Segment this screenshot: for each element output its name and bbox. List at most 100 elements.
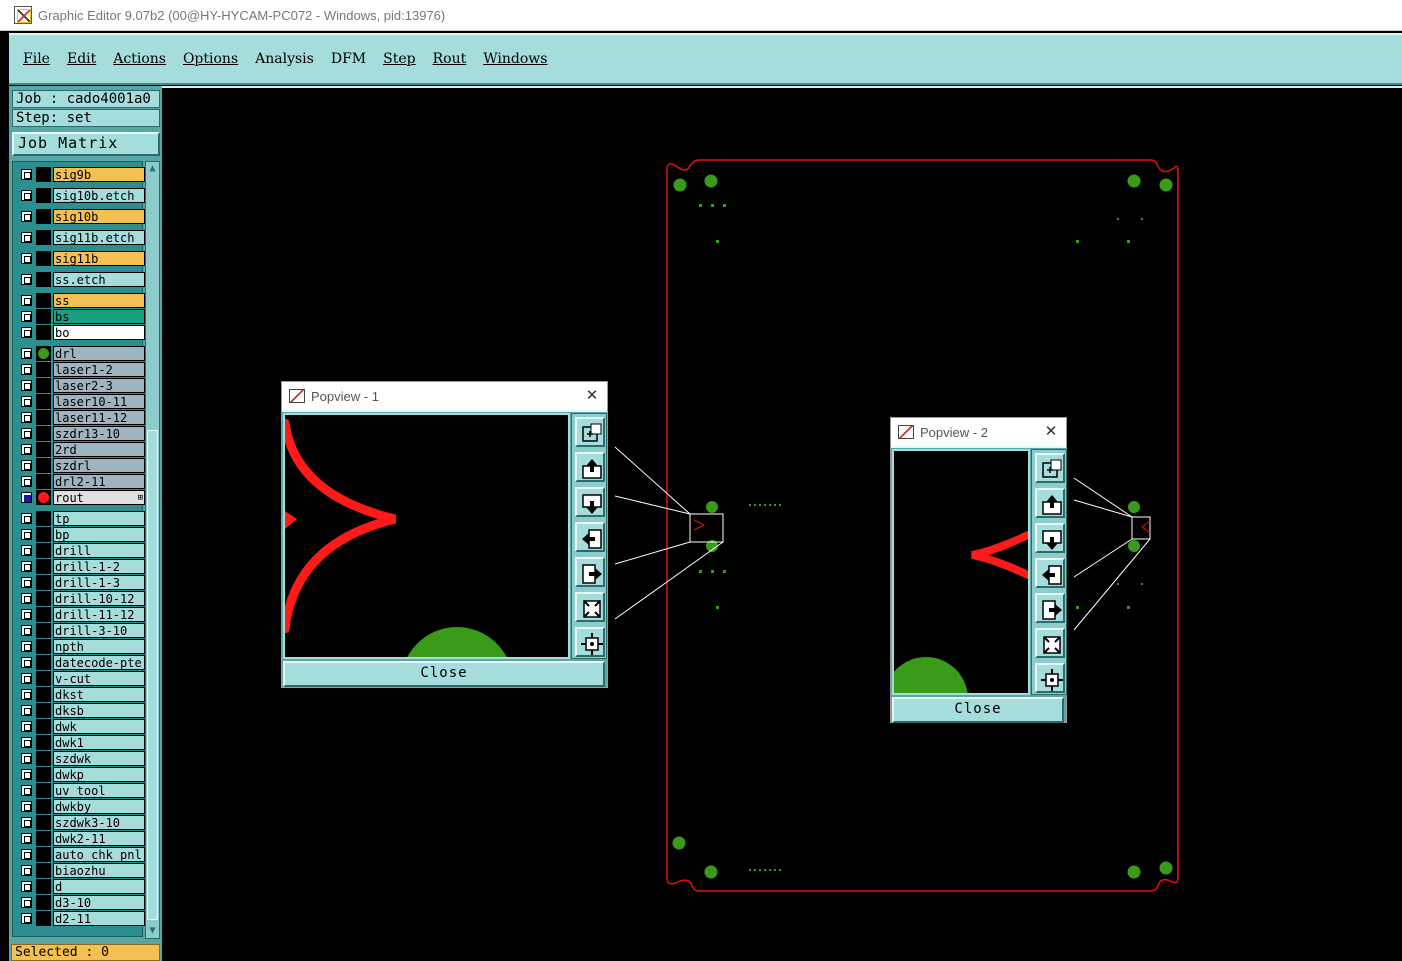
layer-row-dwk[interactable]: dwk xyxy=(17,719,145,734)
layer-row-bo[interactable]: bo xyxy=(17,325,145,340)
layer-marker[interactable] xyxy=(36,346,51,361)
pan-up-button[interactable] xyxy=(1035,488,1065,518)
layer-name[interactable]: d3-10 xyxy=(53,895,145,910)
layer-row-sig10b[interactable]: sig10b xyxy=(17,209,145,224)
layer-checkbox[interactable] xyxy=(21,295,32,306)
layer-row-bs[interactable]: bs xyxy=(17,309,145,324)
layer-marker[interactable] xyxy=(36,474,51,489)
layer-name[interactable]: dwk2-11 xyxy=(53,831,145,846)
menu-dfm[interactable]: DFM xyxy=(331,51,366,67)
layer-checkbox[interactable] xyxy=(21,705,32,716)
layer-checkbox[interactable] xyxy=(21,769,32,780)
layer-checkbox[interactable] xyxy=(21,529,32,540)
popview-1-window[interactable]: Popview - 1 ✕ Close xyxy=(280,381,608,739)
expand-icon[interactable]: ⊞ xyxy=(138,491,143,504)
layer-checkbox[interactable] xyxy=(21,253,32,264)
layer-marker[interactable] xyxy=(36,410,51,425)
layer-checkbox[interactable] xyxy=(21,232,32,243)
layer-row-dwk1[interactable]: dwk1 xyxy=(17,735,145,750)
layer-marker[interactable] xyxy=(36,378,51,393)
layer-name[interactable]: sig10b.etch xyxy=(53,188,145,203)
layer-marker[interactable] xyxy=(36,655,51,670)
layer-marker[interactable] xyxy=(36,783,51,798)
layer-row-laser2-3[interactable]: laser2-3 xyxy=(17,378,145,393)
layer-checkbox[interactable] xyxy=(21,364,32,375)
layer-marker[interactable] xyxy=(36,559,51,574)
layer-name[interactable]: biaozhu xyxy=(53,863,145,878)
layer-marker[interactable] xyxy=(36,847,51,862)
layer-row-drill-3-10[interactable]: drill-3-10 xyxy=(17,623,145,638)
layer-row-drl2-11[interactable]: drl2-11 xyxy=(17,474,145,489)
layer-checkbox[interactable] xyxy=(21,849,32,860)
layer-row-d2-11[interactable]: d2-11 xyxy=(17,911,145,926)
layer-name[interactable]: dwkby xyxy=(53,799,145,814)
layer-checkbox[interactable] xyxy=(21,561,32,572)
layer-marker[interactable] xyxy=(36,735,51,750)
layer-row-dksb[interactable]: dksb xyxy=(17,703,145,718)
layer-name[interactable]: dwk1 xyxy=(53,735,145,750)
layer-checkbox[interactable] xyxy=(21,380,32,391)
pan-right-button[interactable] xyxy=(575,557,605,587)
layer-row-drill-10-12[interactable]: drill-10-12 xyxy=(17,591,145,606)
zoom-center-button[interactable] xyxy=(575,627,605,657)
layer-row-uv_tool[interactable]: uv_tool xyxy=(17,783,145,798)
layer-checkbox[interactable] xyxy=(21,881,32,892)
popview-1-viewport[interactable] xyxy=(280,413,570,739)
layer-name[interactable]: szdwk3-10 xyxy=(53,815,145,830)
layer-row-sig11b.etch[interactable]: sig11b.etch xyxy=(17,230,145,245)
layer-row-2rd[interactable]: 2rd xyxy=(17,442,145,457)
layer-checkbox[interactable] xyxy=(21,801,32,812)
menu-rout[interactable]: Rout xyxy=(433,51,467,67)
layer-marker[interactable] xyxy=(36,911,51,926)
scroll-up-icon[interactable]: ▲ xyxy=(147,163,158,175)
layer-marker[interactable] xyxy=(36,426,51,441)
zoom-window-button[interactable] xyxy=(575,417,605,447)
layer-name[interactable]: drl xyxy=(53,346,145,361)
layer-name[interactable]: szdwk xyxy=(53,751,145,766)
layer-name[interactable]: laser1-2 xyxy=(53,362,145,377)
menu-edit[interactable]: Edit xyxy=(67,51,96,67)
layer-name[interactable]: npth xyxy=(53,639,145,654)
layer-marker[interactable] xyxy=(36,863,51,878)
layer-checkbox[interactable] xyxy=(21,428,32,439)
layer-marker[interactable] xyxy=(36,687,51,702)
layer-checkbox[interactable] xyxy=(21,657,32,668)
layer-marker[interactable] xyxy=(36,575,51,590)
layer-checkbox[interactable] xyxy=(21,412,32,423)
layer-marker[interactable] xyxy=(36,309,51,324)
layer-checkbox[interactable] xyxy=(21,609,32,620)
layer-name[interactable]: drill-3-10 xyxy=(53,623,145,638)
layer-marker[interactable] xyxy=(36,325,51,340)
pan-up-button[interactable] xyxy=(575,452,605,482)
layer-marker[interactable] xyxy=(36,767,51,782)
menu-step[interactable]: Step xyxy=(383,51,415,67)
layer-marker[interactable] xyxy=(36,671,51,686)
layer-row-ss[interactable]: ss xyxy=(17,293,145,308)
layer-name[interactable]: bo xyxy=(53,325,145,340)
layer-row-szdwk3-10[interactable]: szdwk3-10 xyxy=(17,815,145,830)
layer-name[interactable]: dwk xyxy=(53,719,145,734)
popview-2-viewport[interactable] xyxy=(884,449,1032,741)
zoom-center-button[interactable] xyxy=(1035,663,1065,693)
layer-marker[interactable] xyxy=(36,799,51,814)
close-icon[interactable]: ✕ xyxy=(1042,422,1060,440)
layer-checkbox[interactable] xyxy=(21,833,32,844)
pan-down-button[interactable] xyxy=(575,487,605,517)
popview-1-titlebar[interactable]: Popview - 1 ✕ xyxy=(282,382,607,410)
menu-file[interactable]: File xyxy=(23,51,50,67)
layer-marker[interactable] xyxy=(36,591,51,606)
popview-2-titlebar[interactable]: Popview - 2 ✕ xyxy=(891,418,1066,446)
zoom-window-button[interactable] xyxy=(1035,453,1065,483)
layer-checkbox[interactable] xyxy=(21,545,32,556)
layer-row-v-cut[interactable]: v-cut xyxy=(17,671,145,686)
layer-name[interactable]: sig9b xyxy=(53,167,145,182)
layer-marker[interactable] xyxy=(36,272,51,287)
pan-left-button[interactable] xyxy=(575,522,605,552)
layer-row-dwk2-11[interactable]: dwk2-11 xyxy=(17,831,145,846)
layer-marker[interactable] xyxy=(36,394,51,409)
layer-name[interactable]: d xyxy=(53,879,145,894)
layer-name[interactable]: ss xyxy=(53,293,145,308)
layer-checkbox[interactable] xyxy=(21,492,32,503)
layer-row-laser1-2[interactable]: laser1-2 xyxy=(17,362,145,377)
layer-row-npth[interactable]: npth xyxy=(17,639,145,654)
